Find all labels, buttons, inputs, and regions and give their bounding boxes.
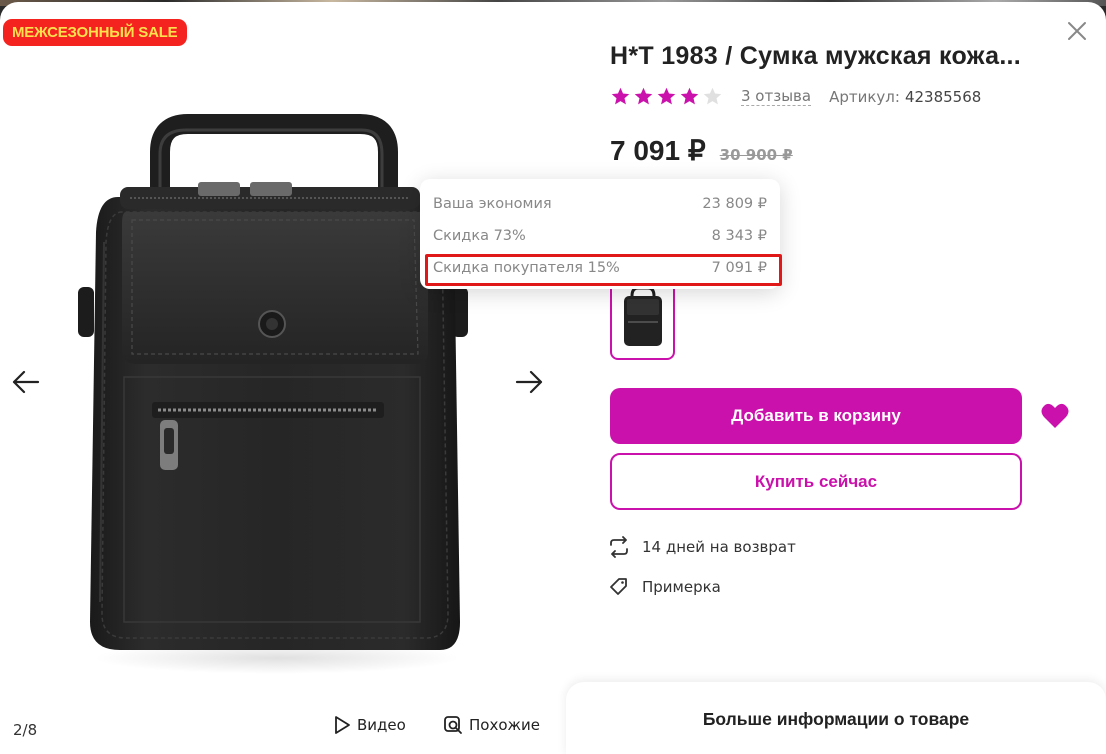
fitting-label: Примерка [642, 578, 721, 596]
similar-label: Похожие [469, 716, 541, 734]
return-arrows-icon [610, 536, 628, 558]
arrow-right-icon[interactable] [511, 364, 547, 400]
heart-icon[interactable] [1040, 402, 1070, 430]
reviews-link[interactable]: 3 отзыва [741, 87, 812, 106]
highlight-annotation [425, 254, 782, 286]
star-icon [634, 87, 653, 105]
discount-row-value: 23 809 ₽ [702, 196, 767, 212]
price-row: 7 091 ₽ 30 900 ₽ [610, 134, 793, 167]
discount-row-label: Ваша экономия [433, 196, 552, 212]
similar-search-icon [444, 716, 462, 734]
tag-icon [610, 578, 627, 595]
rating-stars [610, 86, 723, 107]
sku-value: 42385568 [904, 87, 982, 106]
product-modal: МЕЖСЕЗОННЫЙ SALE 2/8 Видео Похожие H*T 1… [0, 2, 1106, 754]
star-icon [657, 87, 676, 105]
sku-label: Артикул: [829, 87, 900, 106]
rating-row: 3 отзыва Артикул: 42385568 [610, 86, 981, 107]
star-icon [611, 87, 630, 105]
thumbnail-image [624, 286, 662, 346]
play-icon [335, 716, 350, 734]
return-info: 14 дней на возврат [608, 536, 796, 558]
discount-row-label: Скидка 73% [433, 228, 526, 244]
arrow-left-icon[interactable] [8, 364, 44, 400]
star-empty-icon [703, 87, 722, 105]
video-button[interactable]: Видео [333, 715, 406, 735]
sale-badge: МЕЖСЕЗОННЫЙ SALE [3, 19, 187, 46]
gallery-counter: 2/8 [13, 721, 38, 739]
old-price: 30 900 ₽ [719, 146, 793, 164]
discount-row-value: 8 343 ₽ [711, 228, 767, 244]
return-label: 14 дней на возврат [642, 538, 796, 556]
close-icon[interactable] [1066, 20, 1088, 42]
more-info-button[interactable]: Больше информации о товаре [566, 682, 1106, 754]
star-icon [680, 87, 699, 105]
discount-row: Скидка 73% 8 343 ₽ [433, 228, 767, 244]
add-to-cart-button[interactable]: Добавить в корзину [610, 388, 1022, 444]
similar-button[interactable]: Похожие [443, 715, 540, 735]
fitting-info: Примерка [608, 576, 721, 598]
discount-row: Ваша экономия 23 809 ₽ [433, 196, 767, 212]
video-label: Видео [357, 716, 406, 734]
current-price: 7 091 ₽ [610, 135, 706, 166]
color-thumbnail[interactable] [610, 278, 675, 360]
product-title: H*T 1983 / Сумка мужская кожа... [610, 42, 1022, 70]
buy-now-button[interactable]: Купить сейчас [610, 453, 1022, 510]
